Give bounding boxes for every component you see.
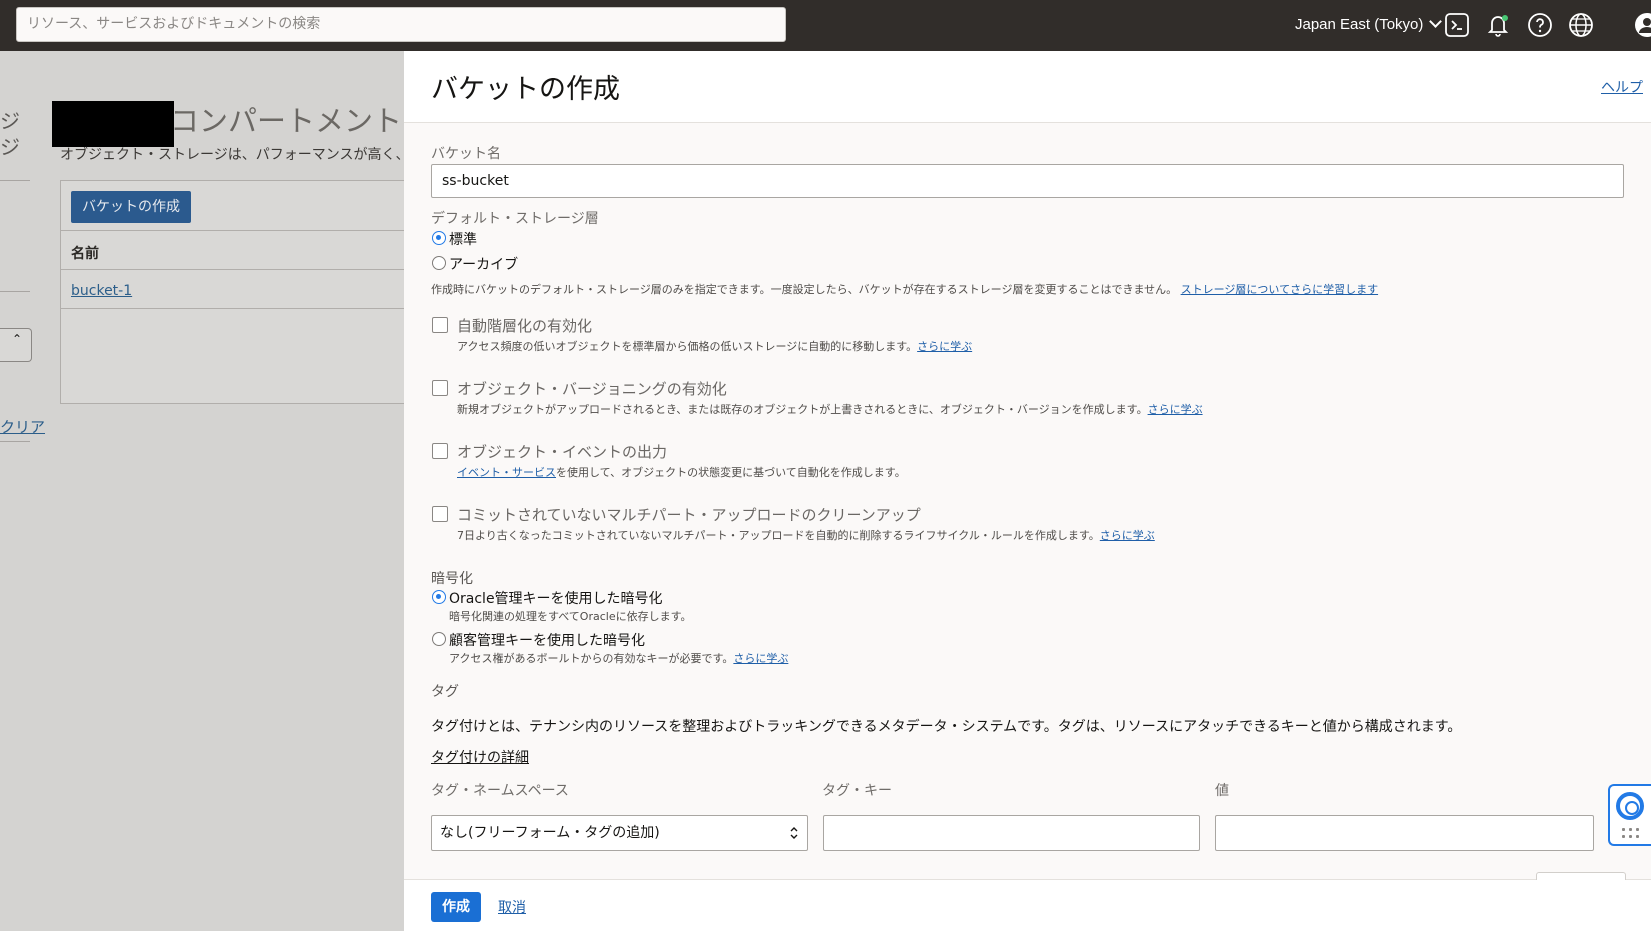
tag-value-label: 値 bbox=[1215, 783, 1229, 799]
compartment-select[interactable] bbox=[0, 328, 32, 362]
table-divider bbox=[61, 230, 404, 231]
events-label: オブジェクト・イベントの出力 bbox=[457, 443, 668, 461]
auto-tiering-desc-text: アクセス頻度の低いオブジェクトを標準層から価格の低いストレージに自動的に移動しま… bbox=[457, 340, 918, 353]
tag-namespace-select[interactable]: なし(フリーフォーム・タグの追加) bbox=[431, 815, 808, 851]
event-service-link[interactable]: イベント・サービス bbox=[457, 466, 556, 479]
table-divider bbox=[61, 269, 404, 270]
customer-key-desc-text: アクセス権があるボールトからの有効なキーが必要です。 bbox=[449, 652, 734, 665]
customer-key-learn-link[interactable]: さらに学ぶ bbox=[733, 652, 788, 665]
top-header: リソース、サービスおよびドキュメントの検索 Japan East (Tokyo) bbox=[0, 0, 1651, 51]
versioning-learn-link[interactable]: さらに学ぶ bbox=[1148, 403, 1203, 416]
panel-title: バケットの作成 bbox=[431, 74, 620, 105]
region-label: Japan East (Tokyo) bbox=[1295, 16, 1424, 33]
support-widget[interactable] bbox=[1608, 784, 1651, 846]
versioning-checkbox[interactable] bbox=[432, 380, 448, 396]
page-description: オブジェクト・ストレージは、パフォーマンスが高く、 bbox=[60, 147, 404, 163]
tag-key-label: タグ・キー bbox=[822, 783, 892, 799]
events-desc: イベント・サービスを使用して、オブジェクトの状態変更に基づいて自動化を作成します… bbox=[457, 464, 906, 480]
tier-archive-radio[interactable] bbox=[432, 256, 446, 270]
oracle-key-label: Oracle管理キーを使用した暗号化 bbox=[449, 591, 663, 607]
multipart-cleanup-label: コミットされていないマルチパート・アップロードのクリーンアップ bbox=[457, 506, 921, 524]
overflow-menu-tab[interactable] bbox=[1536, 872, 1626, 880]
customer-key-radio[interactable] bbox=[432, 632, 446, 646]
customer-key-label: 顧客管理キーを使用した暗号化 bbox=[449, 633, 645, 649]
events-checkbox[interactable] bbox=[432, 443, 448, 459]
events-desc-text: を使用して、オブジェクトの状態変更に基づいて自動化を作成します。 bbox=[556, 466, 906, 479]
cloud-shell-icon[interactable] bbox=[1444, 12, 1470, 38]
tag-value-input[interactable] bbox=[1215, 815, 1594, 851]
chevron-down-icon bbox=[1429, 15, 1443, 28]
help-link[interactable]: ヘルプ bbox=[1601, 77, 1643, 97]
bucket-name-input[interactable]: ss-bucket bbox=[431, 164, 1624, 198]
updown-arrow-icon bbox=[790, 827, 798, 839]
versioning-desc-text: 新規オブジェクトがアップロードされるとき、または既存のオブジェクトが上書きされる… bbox=[457, 403, 1148, 416]
multipart-learn-link[interactable]: さらに学ぶ bbox=[1100, 529, 1155, 542]
auto-tiering-label: 自動階層化の有効化 bbox=[457, 317, 593, 335]
search-input[interactable]: リソース、サービスおよびドキュメントの検索 bbox=[16, 7, 786, 42]
create-button[interactable]: 作成 bbox=[431, 892, 481, 922]
tags-description: タグ付けとは、テナンシ内のリソースを整理およびトラッキングできるメタデータ・シス… bbox=[431, 719, 1462, 735]
storage-tier-label: デフォルト・ストレージ層 bbox=[431, 211, 599, 227]
tier-archive-label: アーカイブ bbox=[449, 257, 519, 273]
tagging-details-link[interactable]: タグ付けの詳細 bbox=[431, 747, 529, 767]
divider bbox=[0, 180, 30, 181]
redaction-box bbox=[52, 101, 174, 147]
page-title: コンパートメント内 bbox=[170, 104, 404, 138]
tags-label: タグ bbox=[431, 684, 459, 700]
tag-namespace-label: タグ・ネームスペース bbox=[431, 783, 569, 799]
table-divider bbox=[61, 308, 404, 309]
auto-tiering-checkbox[interactable] bbox=[432, 317, 448, 333]
customer-key-desc: アクセス権があるボールトからの有効なキーが必要です。さらに学ぶ bbox=[449, 650, 788, 666]
help-icon[interactable] bbox=[1527, 12, 1553, 38]
globe-icon[interactable] bbox=[1568, 12, 1594, 38]
tier-standard-label: 標準 bbox=[449, 232, 477, 248]
versioning-desc: 新規オブジェクトがアップロードされるとき、または既存のオブジェクトが上書きされる… bbox=[457, 401, 1203, 417]
panel-footer: 作成 取消 bbox=[404, 879, 1651, 931]
bucket-name-label: バケット名 bbox=[431, 146, 501, 162]
region-selector[interactable]: Japan East (Tokyo) bbox=[1295, 0, 1443, 51]
cancel-link[interactable]: 取消 bbox=[498, 897, 526, 917]
tier-note: 作成時にバケットのデフォルト・ストレージ層のみを指定できます。一度設定したら、バ… bbox=[431, 281, 1378, 297]
tag-key-input[interactable] bbox=[823, 815, 1200, 851]
create-bucket-panel: バケットの作成 ヘルプ バケット名 ss-bucket デフォルト・ストレージ層… bbox=[404, 51, 1651, 931]
grid-icon bbox=[1620, 826, 1640, 840]
left-nav-text: ジ bbox=[0, 109, 20, 133]
bucket-table: バケットの作成 名前 bucket-1 bbox=[60, 180, 404, 404]
column-header-name: 名前 bbox=[71, 246, 99, 262]
clear-link[interactable]: クリア bbox=[0, 416, 45, 437]
divider bbox=[0, 291, 30, 292]
bell-icon[interactable] bbox=[1485, 12, 1511, 38]
encryption-label: 暗号化 bbox=[431, 571, 473, 587]
create-bucket-button[interactable]: バケットの作成 bbox=[71, 191, 191, 223]
left-nav-text: ジ bbox=[0, 135, 20, 159]
panel-header: バケットの作成 ヘルプ bbox=[404, 51, 1651, 123]
multipart-cleanup-desc: 7日より古くなったコミットされていないマルチパート・アップロードを自動的に削除す… bbox=[457, 527, 1155, 543]
tier-note-text: 作成時にバケットのデフォルト・ストレージ層のみを指定できます。一度設定したら、バ… bbox=[431, 283, 1178, 296]
background-page: ジ ジ クリア コンパートメント内 オブジェクト・ストレージは、パフォーマンスが… bbox=[0, 51, 404, 931]
tag-namespace-value: なし(フリーフォーム・タグの追加) bbox=[440, 825, 660, 841]
multipart-desc-text: 7日より古くなったコミットされていないマルチパート・アップロードを自動的に削除す… bbox=[457, 529, 1100, 542]
tier-learn-more-link[interactable]: ストレージ層についてさらに学習します bbox=[1181, 283, 1378, 296]
divider bbox=[0, 441, 30, 442]
tier-standard-radio[interactable] bbox=[432, 231, 446, 245]
auto-tiering-learn-link[interactable]: さらに学ぶ bbox=[917, 340, 972, 353]
bucket-link[interactable]: bucket-1 bbox=[71, 283, 132, 299]
auto-tiering-desc: アクセス頻度の低いオブジェクトを標準層から価格の低いストレージに自動的に移動しま… bbox=[457, 338, 972, 354]
oracle-key-radio[interactable] bbox=[432, 590, 446, 604]
multipart-cleanup-checkbox[interactable] bbox=[432, 506, 448, 522]
user-icon[interactable] bbox=[1634, 12, 1651, 38]
lifebuoy-icon bbox=[1616, 792, 1644, 820]
oracle-key-desc: 暗号化関連の処理をすべてOracleに依存します。 bbox=[449, 610, 692, 623]
versioning-label: オブジェクト・バージョニングの有効化 bbox=[457, 380, 727, 398]
